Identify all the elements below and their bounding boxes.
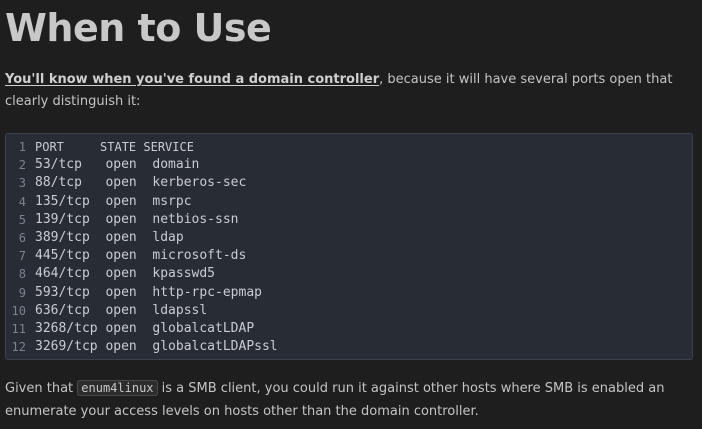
outro-text-before: Given that — [5, 381, 78, 396]
code-line: 8 464/tcp open kpasswd5 — [6, 265, 692, 283]
code-line: 10 636/tcp open ldapssl — [6, 302, 692, 320]
line-number: 3 — [18, 176, 26, 191]
port-scan-code-block[interactable]: 1 PORT STATE SERVICE 2 53/tcp open domain … — [5, 133, 693, 360]
code-line-text: 3269/tcp open globalcatLDAPssl — [35, 339, 278, 355]
code-line: 2 53/tcp open domain — [6, 156, 692, 174]
intro-paragraph: You'll know when you've found a domain c… — [5, 69, 695, 113]
line-number: 2 — [18, 158, 26, 173]
code-line-text: 139/tcp open netbios-ssn — [35, 211, 239, 227]
code-line-text: 636/tcp open ldapssl — [35, 302, 208, 318]
line-number: 12 — [11, 340, 26, 355]
code-line: 9 593/tcp open http-rpc-epmap — [6, 284, 692, 302]
page-heading: When to Use — [5, 6, 272, 50]
code-line-text: PORT STATE SERVICE — [35, 140, 194, 154]
line-number: 8 — [18, 267, 26, 282]
code-line: 12 3269/tcp open globalcatLDAPssl — [6, 338, 692, 356]
code-line: 3 88/tcp open kerberos-sec — [6, 174, 692, 192]
outro-paragraph: Given that enum4linux is a SMB client, y… — [5, 377, 695, 423]
code-line-text: 53/tcp open domain — [35, 157, 200, 173]
code-line: 6 389/tcp open ldap — [6, 229, 692, 247]
code-line: 1 PORT STATE SERVICE — [6, 138, 692, 156]
code-line-text: 3268/tcp open globalcatLDAP — [35, 320, 255, 336]
code-line: 7 445/tcp open microsoft-ds — [6, 247, 692, 265]
enum4linux-inline-code: enum4linux — [77, 380, 158, 396]
code-line-text: 445/tcp open microsoft-ds — [35, 248, 247, 264]
code-line-text: 389/tcp open ldap — [35, 229, 184, 245]
line-number: 7 — [18, 249, 26, 264]
domain-controller-link[interactable]: You'll know when you've found a domain c… — [5, 72, 379, 87]
code-line: 4 135/tcp open msrpc — [6, 193, 692, 211]
code-line-text: 593/tcp open http-rpc-epmap — [35, 284, 262, 300]
line-number: 10 — [11, 303, 26, 318]
code-line-text: 88/tcp open kerberos-sec — [35, 175, 247, 191]
line-number: 11 — [11, 321, 26, 336]
code-line: 11 3268/tcp open globalcatLDAP — [6, 320, 692, 338]
line-number: 5 — [18, 212, 26, 227]
line-number: 6 — [18, 230, 26, 245]
code-line-text: 135/tcp open msrpc — [35, 193, 192, 209]
line-number: 4 — [18, 194, 26, 209]
code-line: 5 139/tcp open netbios-ssn — [6, 211, 692, 229]
line-number: 9 — [18, 285, 26, 300]
code-line-text: 464/tcp open kpasswd5 — [35, 266, 216, 282]
line-number: 1 — [18, 140, 26, 154]
